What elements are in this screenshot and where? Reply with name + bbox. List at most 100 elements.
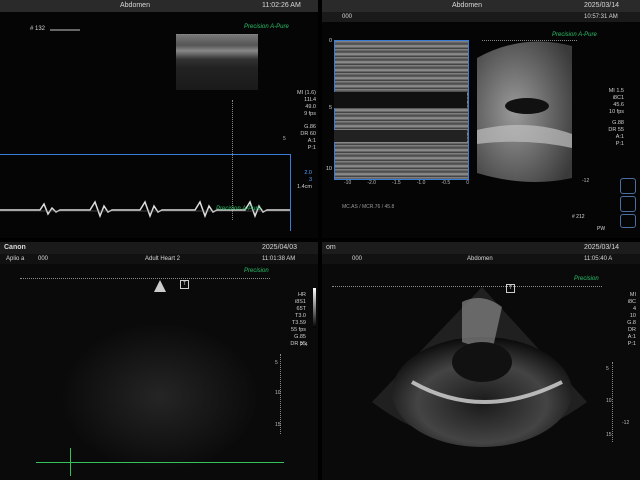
q3-ecg-cursor[interactable] [70,448,71,476]
q2-pw-label: PW [597,226,606,232]
q4-subheader: 000 Abdomen 11:05:40 A [322,254,640,264]
q3-param-probe: i8S1 [294,299,306,305]
q3-depth-15: 15 [275,422,281,428]
q4-param-a: A:1 [627,334,636,340]
q4-params: MI i8C 4 10 G.8 DR A:1 P:1 [616,292,636,348]
q4-right-depth: -12 [622,420,630,426]
q4-time: 11:05:40 A [584,256,613,262]
q4-date: 2025/03/14 [584,244,620,251]
q4-depth-15: 15 [606,432,612,438]
q1-param-probe: 11L4 [304,97,316,103]
q4-param-1: 4 [632,306,636,312]
q1-brand: Precision A-Pure [244,24,289,30]
q4-depth-10: 10 [606,398,612,404]
q4-param-dr: DR [628,327,636,333]
q2-header: Abdomen 2025/03/14 [322,0,640,12]
q2-time: 10:57:31 AM [584,14,618,20]
q2-mmode-band2 [334,130,467,142]
q2-top-dots [482,40,577,42]
q1-param-dr: DR 60 [300,131,316,137]
q2-param-gain: G.88 [612,120,624,126]
q1-time: 11:02:26 AM [262,2,301,9]
q2-left-5: 5 [328,105,332,111]
q1-panel: Abdomen 11:02:26 AM # 132 Precision A-Pu… [0,0,318,238]
q2-subheader: 000 10:57:31 AM [322,12,640,22]
q4-panel: om 2025/03/14 000 Abdomen 11:05:40 A Pre… [322,242,640,480]
q1-speed-2: 1.4cm [297,184,312,190]
q2-axis-labels: -10 -2.0 -1.5 -1.0 -0.5 0 [344,180,469,186]
q3-param-gain: G.85 [294,334,306,340]
q2-param-mi: MI 1.5 [608,88,624,94]
q3-param-hr: HR [298,292,306,298]
q3-depth-5: 5 [275,360,278,366]
q2-param-a: A:1 [615,134,624,140]
q3-brand: Precision [244,268,269,274]
q1-speed-params: 2.0 3 1.4cm [290,170,312,191]
q2-control-button-3[interactable] [620,214,636,228]
q4-header: om 2025/03/14 [322,242,640,254]
q2-bmode-sector [477,41,572,183]
q3-p-label: P:4 [300,342,308,348]
q3-time: 11:01:38 AM [262,256,296,262]
q2-date: 2025/03/14 [584,2,620,9]
q1-speed-0: 2.0 [304,170,312,176]
q2-sub: 000 [342,14,353,20]
q1-frame-counter: # 132 [30,26,46,32]
q4-corner: om [326,244,336,251]
q2-axis-1: -2.0 [367,180,376,186]
q1-param-fps: 9 fps [304,111,316,117]
q4-depth-5: 5 [606,366,609,372]
q2-mmode-dark-band [334,92,467,108]
q4-param-mi: MI [629,292,636,298]
q2-right-depth: -12 [582,178,590,184]
q2-title: Abdomen [452,2,482,9]
q2-param-p: P:1 [615,141,624,147]
q3-header: Canon 2025/04/03 [0,242,318,254]
q2-left-0: 0 [328,38,332,44]
q3-param-1: 65T [296,306,306,312]
q3-transducer-marker [154,280,166,292]
q3-sub: 000 [38,256,49,262]
q3-param-3: T3.59 [291,320,306,326]
q1-frame-slider[interactable] [50,29,80,31]
q3-date: 2025/04/03 [262,244,298,251]
q2-frame: # 212 [572,214,585,220]
q1-param-freq: 49.0 [305,104,316,110]
q2-left-labels: 0 5 10 [322,38,332,173]
q3-top-dots [20,278,270,280]
q2-panel: Abdomen 2025/03/14 000 10:57:31 AM Preci… [322,0,640,238]
q3-maker: Canon [4,244,26,251]
q4-depth-scale [612,362,614,442]
q2-param-probe: i8C1 [612,95,624,101]
q1-title: Abdomen [120,2,150,9]
q1-doppler-brand: Precision A-Pure [216,206,261,212]
q2-axis-2: -1.5 [392,180,401,186]
q1-header: Abdomen 11:02:26 AM [0,0,318,12]
q4-param-probe: i8C [627,299,636,305]
q4-title: Abdomen [467,256,493,262]
q2-control-button-1[interactable] [620,178,636,194]
q3-panel: Canon 2025/04/03 Aplio a 000 Adult Heart… [0,242,318,480]
q2-params: MI 1.5 i8C1 45.6 10 fps G.88 DR 55 A:1 P… [590,88,624,148]
q2-control-button-2[interactable] [620,196,636,212]
q1-param-p: P:1 [307,145,316,151]
q4-param-p: P:1 [627,341,636,347]
q4-sub: 000 [352,256,363,262]
q3-subheader: Aplio a 000 Adult Heart 2 11:01:38 AM [0,254,318,264]
q1-speed-1: 3 [308,177,312,183]
q2-left-10: 10 [325,166,332,172]
q2-axis-3: -1.0 [416,180,426,186]
q3-depth-10: 10 [275,390,281,396]
q1-top-dots [176,34,258,36]
q3-model: Aplio a [6,256,25,262]
q3-orientation-marker: T [180,280,189,289]
q1-param-gain: G.86 [304,124,316,130]
q3-title: Adult Heart 2 [145,256,181,262]
q1-param-mi: MI (1.6) [297,90,316,96]
q3-ecg-baseline [36,462,284,463]
q3-param-fps: 55 fps [291,327,306,333]
q2-footer: MC.AS / MCR.76 / 45.8 [342,204,395,210]
q3-gray-bar [313,288,316,328]
q1-bmode-image [176,34,258,90]
q4-param-gain: G.8 [627,320,636,326]
